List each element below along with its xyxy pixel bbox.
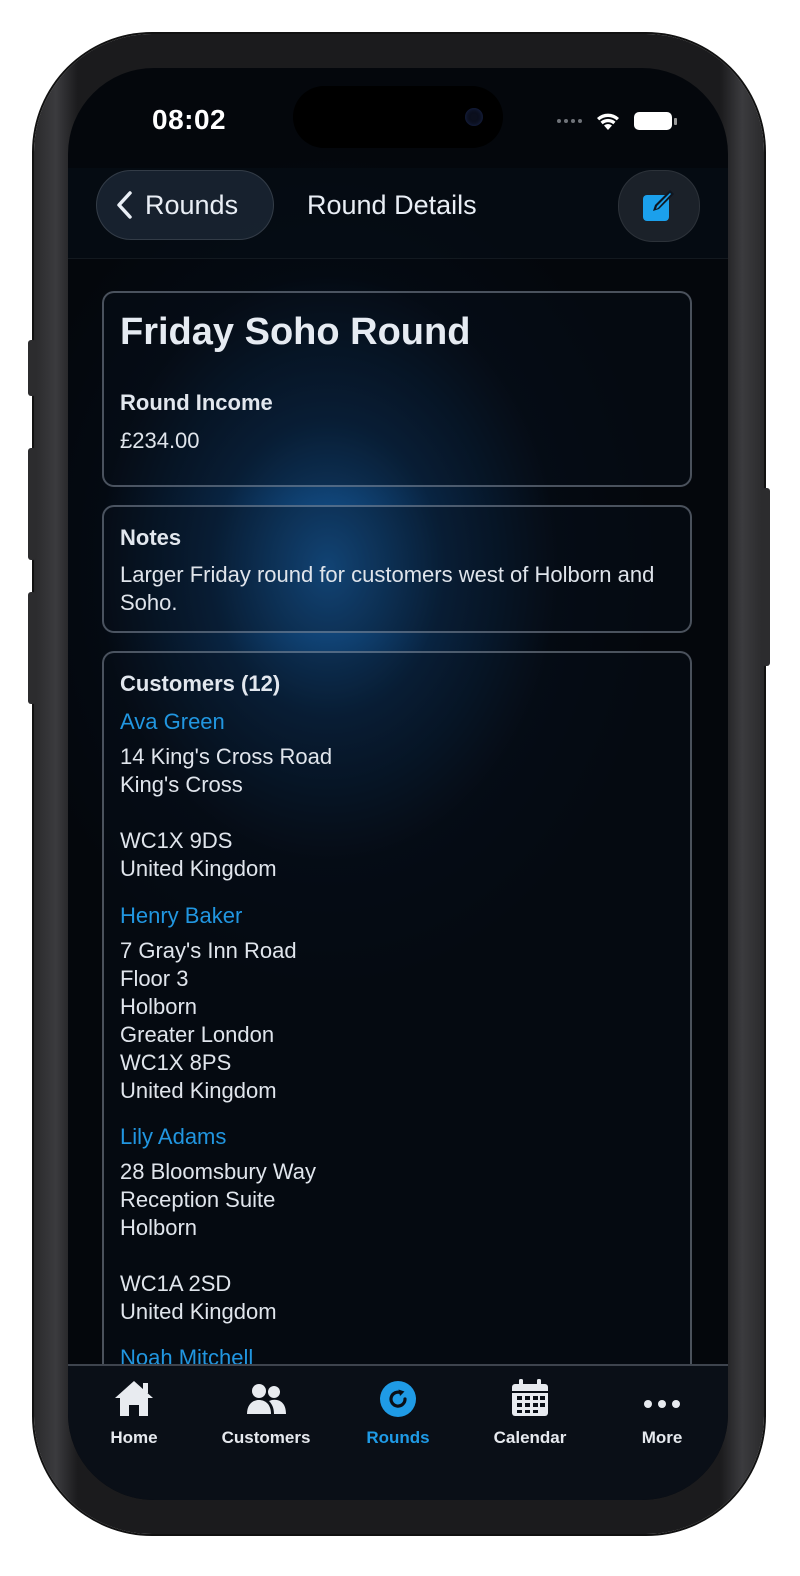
tab-more[interactable]: More — [596, 1376, 728, 1456]
tab-label: More — [641, 1428, 683, 1447]
status-icons — [557, 110, 677, 132]
round-income-label: Round Income — [120, 390, 273, 415]
tab-label: Customers — [221, 1428, 311, 1447]
chevron-left-icon — [117, 191, 132, 219]
notes-text: Larger Friday round for customers west o… — [120, 562, 655, 615]
tab-label: Rounds — [366, 1428, 430, 1447]
rounds-icon — [380, 1381, 416, 1417]
edit-button[interactable] — [618, 170, 700, 242]
home-icon — [115, 1381, 153, 1416]
camera-icon — [465, 108, 483, 126]
tab-customers[interactable]: Customers — [200, 1376, 332, 1456]
signal-icon — [557, 119, 582, 123]
customer-address: 14 King's Cross Road King's Cross WC1X 9… — [120, 744, 333, 881]
customer-link[interactable]: Lily Adams — [120, 1124, 226, 1150]
customers-icon — [247, 1384, 286, 1414]
tab-rounds[interactable]: Rounds — [332, 1376, 464, 1456]
navigation-bar: Rounds Round Details — [68, 168, 728, 259]
calendar-icon — [512, 1379, 548, 1416]
notes-label: Notes — [120, 525, 182, 550]
dynamic-island — [293, 86, 503, 148]
action-button — [28, 340, 36, 396]
tab-label: Calendar — [493, 1428, 567, 1447]
customers-heading: Customers (12) — [120, 671, 281, 696]
volume-down-button — [28, 592, 36, 704]
edit-icon — [643, 190, 674, 221]
tab-calendar[interactable]: Calendar — [464, 1376, 596, 1456]
back-button[interactable]: Rounds — [96, 170, 274, 240]
customer-link[interactable]: Ava Green — [120, 709, 225, 735]
power-button — [762, 488, 770, 666]
round-income-value: £234.00 — [120, 428, 200, 453]
volume-up-button — [28, 448, 36, 560]
tab-home[interactable]: Home — [68, 1376, 200, 1456]
customer-address: 7 Gray's Inn Road Floor 3 Holborn Greate… — [120, 938, 297, 1103]
round-summary-card: Friday Soho Round Round Income £234.00 — [102, 291, 692, 487]
wifi-icon — [597, 113, 619, 130]
back-button-label: Rounds — [145, 189, 239, 220]
page-title: Round Details — [307, 190, 477, 220]
customer-link[interactable]: Henry Baker — [120, 903, 242, 929]
customer-address: 28 Bloomsbury Way Reception Suite Holbor… — [120, 1159, 317, 1324]
battery-icon — [634, 112, 677, 130]
customers-card: Customers (12) Ava Green 14 King's Cross… — [102, 651, 692, 1411]
status-time: 08:02 — [152, 104, 227, 135]
notes-card: Notes Larger Friday round for customers … — [102, 505, 692, 633]
tab-label: Home — [110, 1428, 158, 1447]
round-name: Friday Soho Round — [120, 311, 471, 353]
tab-bar: Home Customers Rounds Calendar More — [68, 1364, 728, 1500]
more-icon — [644, 1400, 680, 1408]
screen: 08:02 Rounds Round Details Friday Soho R… — [68, 68, 728, 1500]
